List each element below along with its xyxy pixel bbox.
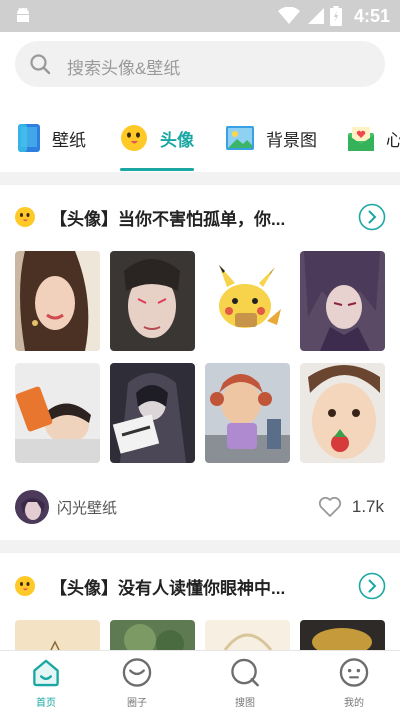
search-icon <box>30 54 51 75</box>
clock: 4:51 <box>353 5 390 26</box>
nav-profile[interactable]: 我的 <box>324 657 384 709</box>
avatar-thumbnail[interactable] <box>205 251 290 351</box>
nav-label: 搜图 <box>235 698 255 709</box>
like-button[interactable]: 1.7k <box>318 496 384 518</box>
avatar-thumbnail[interactable] <box>300 620 385 650</box>
heart-icon <box>318 496 341 517</box>
category-tabs: 壁纸 头像 背景图 心 <box>0 108 400 172</box>
nav-home[interactable]: 首页 <box>16 657 76 709</box>
album-card[interactable]: 【头像】没有人读懂你眼神中... <box>0 553 400 650</box>
tab-label: 背景图 <box>266 130 317 150</box>
card-title: 【头像】没有人读懂你眼神中... <box>50 578 286 598</box>
avatar-thumbnail[interactable] <box>205 363 290 463</box>
avatar-thumbnail[interactable] <box>300 363 385 463</box>
avatar-thumbnail[interactable] <box>110 251 195 351</box>
status-bar: 4:51 <box>0 0 400 32</box>
wifi-icon <box>277 7 300 24</box>
tab-background[interactable]: 背景图 <box>226 116 317 160</box>
chevron-right-circle-icon[interactable] <box>358 203 386 231</box>
author-name: 闪光壁纸 <box>57 499 118 517</box>
heart-envelope-icon <box>348 127 374 151</box>
tab-avatar[interactable]: 头像 <box>120 116 194 160</box>
profile-face-icon <box>339 658 369 687</box>
author-info[interactable]: 闪光壁纸 <box>15 490 117 524</box>
avatar-thumbnail[interactable] <box>300 251 385 351</box>
tab-wallpaper[interactable]: 壁纸 <box>18 116 86 160</box>
bottom-navigation: 首页 圈子 搜图 我的 <box>0 650 400 711</box>
smiley-face-icon <box>15 576 35 596</box>
nav-label: 圈子 <box>127 698 147 709</box>
nav-label: 首页 <box>36 698 56 709</box>
landscape-picture-icon <box>226 126 254 150</box>
battery-icon <box>329 6 342 26</box>
section-divider <box>0 172 400 185</box>
avatar-thumbnail[interactable] <box>205 620 290 650</box>
section-divider <box>0 540 400 553</box>
card-title: 【头像】当你不害怕孤单，你... <box>50 209 286 229</box>
active-tab-indicator <box>120 168 194 171</box>
android-notification-icon <box>17 7 29 22</box>
search-bar[interactable]: 搜索头像&壁纸 <box>15 41 385 87</box>
phone-wallpaper-icon <box>18 124 40 152</box>
chevron-right-circle-icon[interactable] <box>358 572 386 600</box>
nav-circle[interactable]: 圈子 <box>107 657 167 709</box>
home-icon <box>33 659 59 687</box>
nav-search[interactable]: 搜图 <box>215 657 275 709</box>
smiley-face-icon <box>15 207 35 227</box>
tab-label: 头像 <box>160 130 194 150</box>
circle-smile-icon <box>122 658 152 687</box>
avatar-thumbnail[interactable] <box>15 363 100 463</box>
album-card[interactable]: 【头像】当你不害怕孤单，你... 闪光壁纸 1.7k <box>0 185 400 540</box>
signal-icon <box>307 8 324 24</box>
avatar-thumbnail[interactable] <box>110 363 195 463</box>
search-input[interactable]: 搜索头像&壁纸 <box>67 54 180 79</box>
smiley-face-icon <box>121 125 147 151</box>
search-icon <box>231 658 259 687</box>
avatar-thumbnail[interactable] <box>15 620 100 650</box>
nav-label: 我的 <box>344 698 364 709</box>
avatar-thumbnail[interactable] <box>15 251 100 351</box>
tab-heart[interactable]: 心 <box>348 116 400 160</box>
avatar <box>15 490 49 524</box>
tab-label: 壁纸 <box>52 130 86 150</box>
like-count: 1.7k <box>351 497 384 516</box>
avatar-thumbnail[interactable] <box>110 620 195 650</box>
tab-label: 心 <box>386 130 400 150</box>
